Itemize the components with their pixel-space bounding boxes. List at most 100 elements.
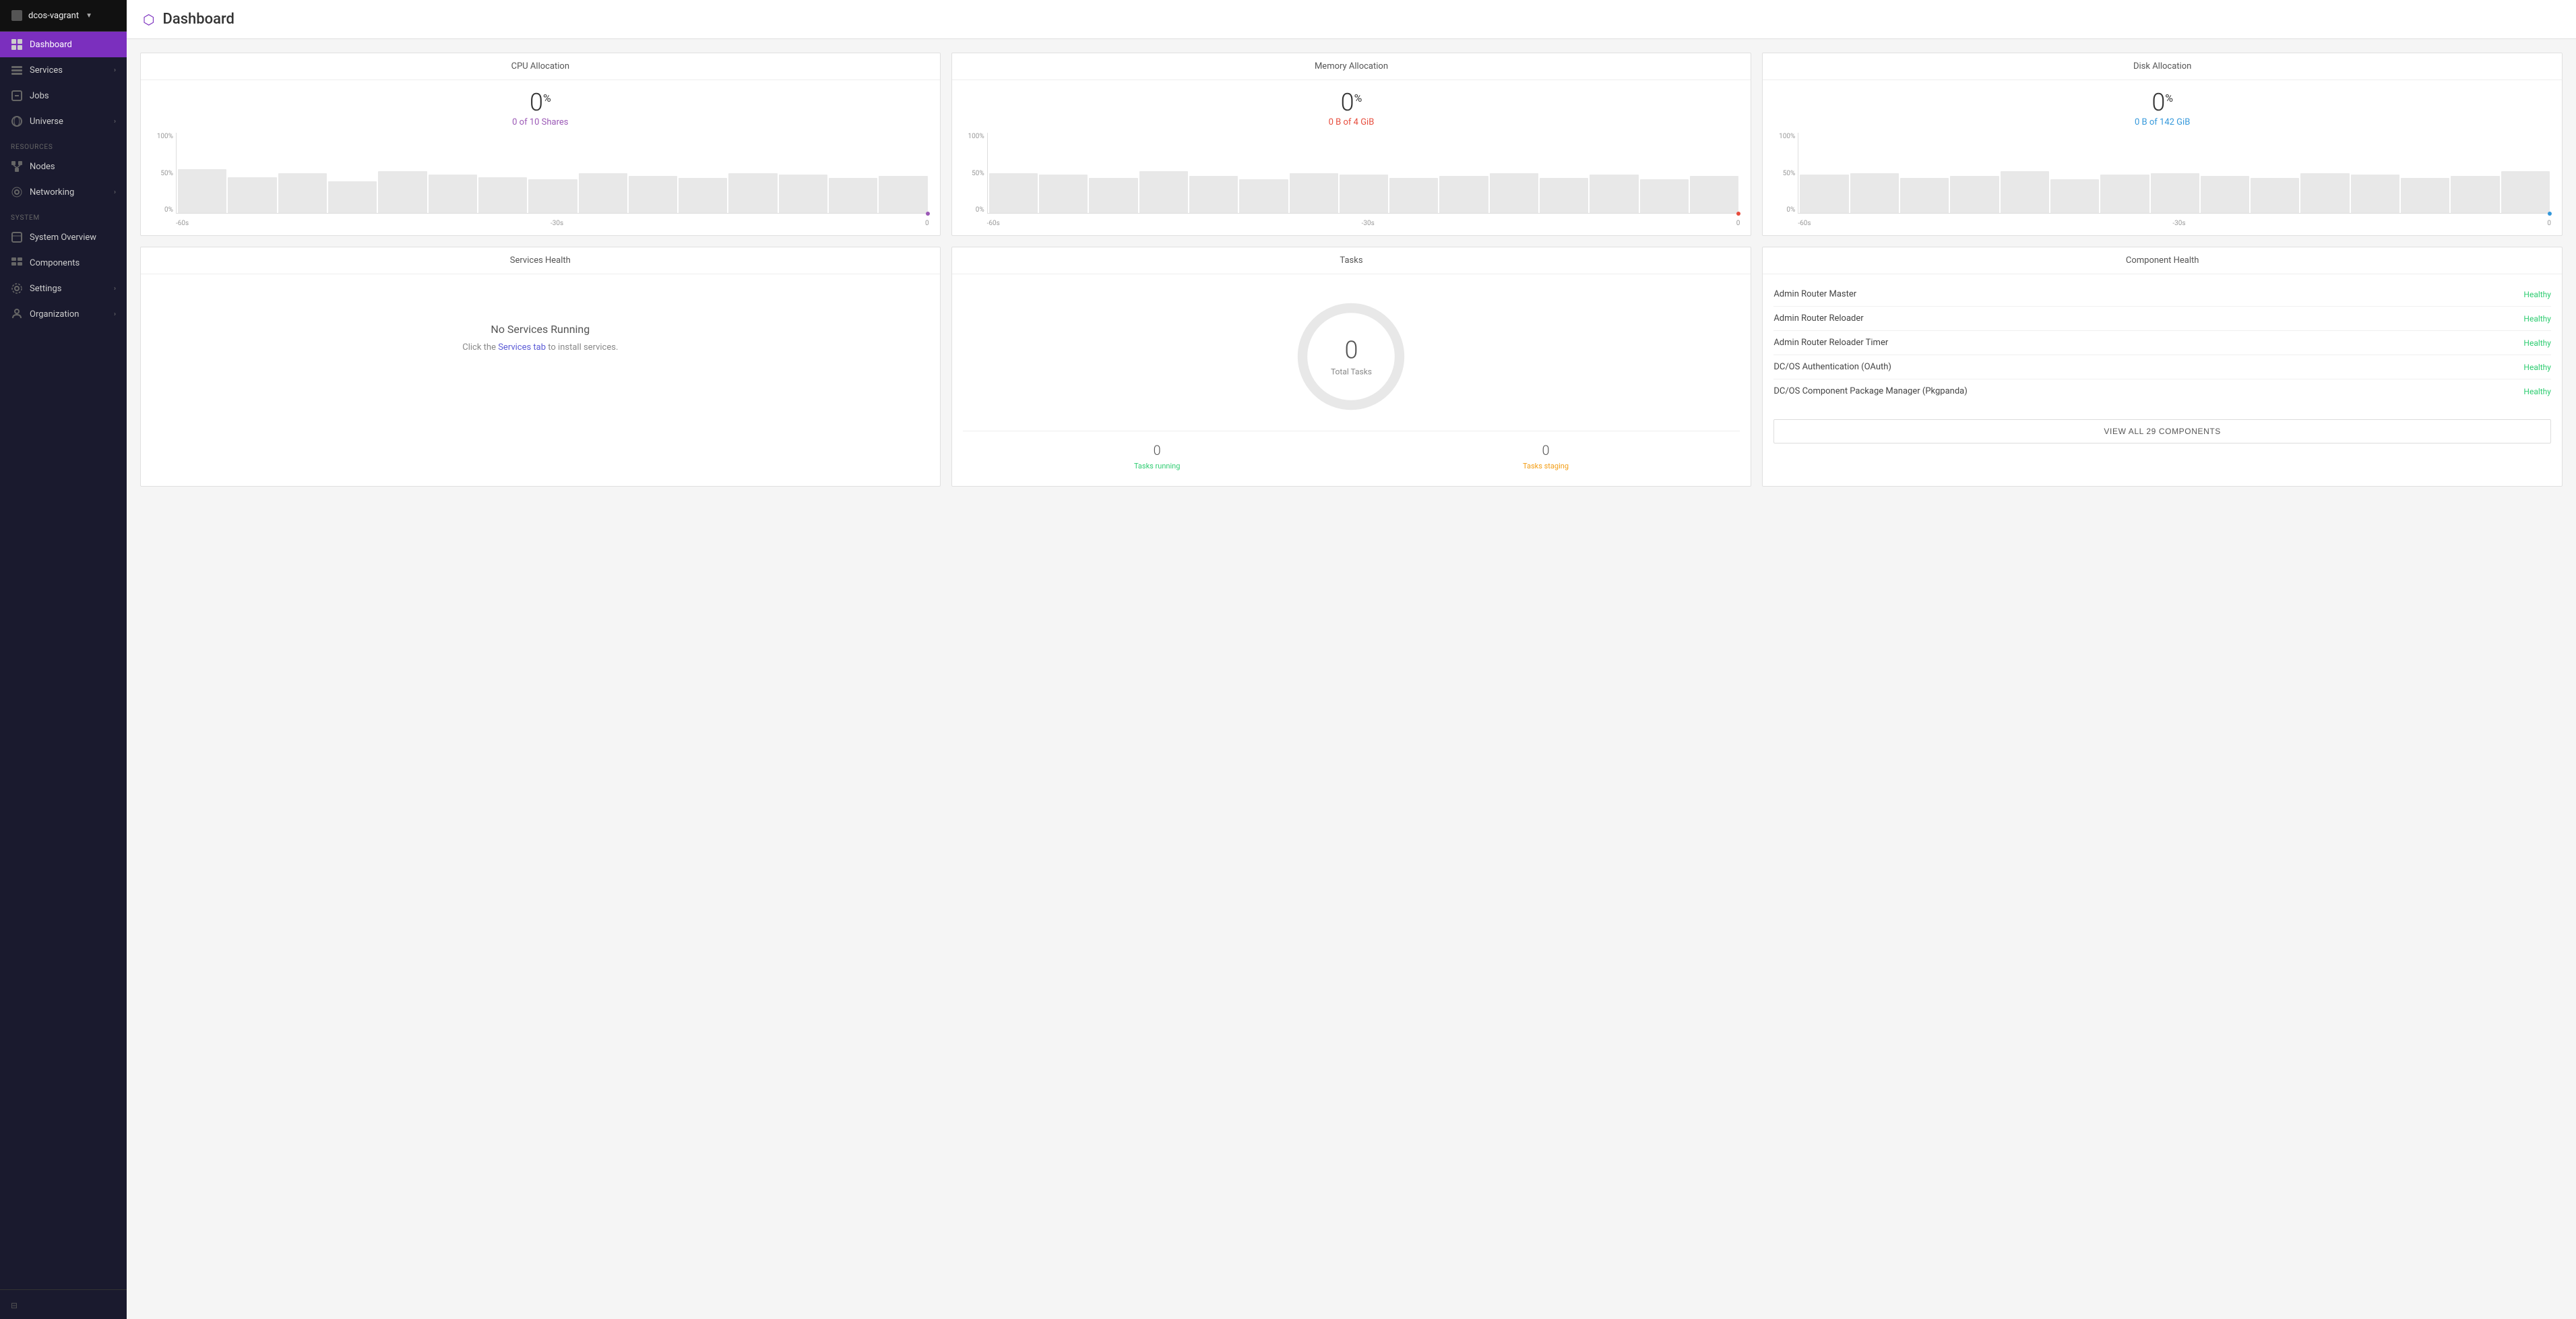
- component-row: Admin Router Reloader Timer Healthy: [1773, 331, 2551, 355]
- nav-system-overview[interactable]: System Overview: [0, 224, 127, 250]
- no-services-after-text: to install services.: [546, 342, 618, 352]
- disk-pct: 0%: [1773, 88, 2551, 117]
- disk-chart-inner: [1798, 133, 2551, 214]
- nav-dashboard[interactable]: Dashboard: [0, 32, 127, 57]
- no-services: No Services Running Click the Services t…: [152, 282, 929, 393]
- no-services-sub: Click the Services tab to install servic…: [462, 342, 618, 352]
- disk-card: Disk Allocation 0% 0 B of 142 GiB 100% 5…: [1762, 53, 2563, 236]
- services-health-header: Services Health: [141, 247, 940, 274]
- nav-universe[interactable]: Universe ›: [0, 109, 127, 134]
- chart-bar: [2100, 175, 2149, 213]
- cpu-card: CPU Allocation 0% 0 of 10 Shares 100% 50…: [140, 53, 941, 236]
- organization-arrow: ›: [114, 311, 116, 318]
- component-row: DC/OS Authentication (OAuth) Healthy: [1773, 355, 2551, 379]
- tasks-running-num: 0: [1134, 442, 1180, 458]
- component-name: Admin Router Reloader Timer: [1773, 338, 1888, 348]
- networking-icon: [11, 186, 23, 198]
- chart-bar: [2351, 175, 2399, 213]
- system-overview-label: System Overview: [30, 233, 96, 243]
- chart-bar: [1850, 173, 1899, 214]
- component-health-header: Component Health: [1763, 247, 2562, 274]
- cpu-chart: 100% 50% 0% -60s -30s 0: [152, 133, 929, 227]
- component-health-body: Admin Router Master Healthy Admin Router…: [1763, 274, 2562, 411]
- chart-bar: [2201, 176, 2249, 213]
- services-tab-link[interactable]: Services tab: [498, 342, 546, 352]
- disk-sub: 0 B of 142 GiB: [1773, 117, 2551, 127]
- nav-organization[interactable]: Organization ›: [0, 301, 127, 327]
- chart-bar: [2451, 176, 2499, 213]
- cpu-dot: [926, 212, 930, 216]
- cpu-xaxis: -60s -30s 0: [176, 220, 929, 227]
- cpu-card-header: CPU Allocation: [141, 53, 940, 80]
- disk-card-header: Disk Allocation: [1763, 53, 2562, 80]
- components-label: Components: [30, 258, 80, 268]
- chart-bar: [679, 178, 727, 213]
- nav-jobs[interactable]: Jobs: [0, 83, 127, 109]
- component-status: Healthy: [2523, 387, 2551, 396]
- memory-chart: 100% 50% 0% -60s -30s 0: [963, 133, 1740, 227]
- chart-bar: [2300, 173, 2349, 214]
- tasks-staging-label: Tasks staging: [1523, 462, 1569, 470]
- cpu-pct: 0%: [152, 88, 929, 117]
- view-all-components-button[interactable]: VIEW ALL 29 COMPONENTS: [1773, 419, 2551, 443]
- sidebar: dcos-vagrant ▼ Dashboard Services › Jobs…: [0, 0, 127, 1319]
- chart-bar: [328, 181, 377, 214]
- nodes-icon: [11, 160, 23, 173]
- tasks-footer: 0 Tasks running 0 Tasks staging: [963, 431, 1740, 478]
- services-arrow: ›: [114, 67, 116, 74]
- networking-label: Networking: [30, 187, 74, 197]
- dashboard-icon: [11, 38, 23, 51]
- cluster-header[interactable]: dcos-vagrant ▼: [0, 0, 127, 32]
- services-health-card: Services Health No Services Running Clic…: [140, 247, 941, 487]
- chart-bar: [1800, 175, 1848, 213]
- chart-bar: [1540, 178, 1588, 213]
- tasks-body: 0 Total Tasks 0 Tasks running 0 Tasks st…: [952, 274, 1751, 486]
- chart-bar: [478, 177, 527, 214]
- component-name: Admin Router Reloader: [1773, 313, 1863, 324]
- chart-bar: [989, 173, 1038, 214]
- chart-bar: [1239, 179, 1288, 213]
- nav-nodes[interactable]: Nodes: [0, 154, 127, 179]
- chart-bar: [2501, 171, 2550, 213]
- nav-settings[interactable]: Settings ›: [0, 276, 127, 301]
- services-icon: [11, 64, 23, 76]
- donut-number: 0: [1331, 336, 1372, 365]
- nav-components[interactable]: Components: [0, 250, 127, 276]
- chart-bar: [779, 175, 827, 213]
- tasks-staging-num: 0: [1523, 442, 1569, 458]
- settings-icon: [11, 282, 23, 295]
- settings-label: Settings: [30, 284, 61, 294]
- donut-container: 0 Total Tasks: [1290, 296, 1412, 417]
- chart-bar: [1690, 176, 1738, 213]
- component-status: Healthy: [2523, 314, 2551, 324]
- memory-card-body: 0% 0 B of 4 GiB 100% 50% 0% -60s -30s 0: [952, 80, 1751, 235]
- memory-xaxis: -60s -30s 0: [987, 220, 1740, 227]
- component-row: Admin Router Master Healthy: [1773, 282, 2551, 307]
- chart-bar: [429, 175, 477, 213]
- component-status: Healthy: [2523, 290, 2551, 299]
- chart-bar: [528, 179, 577, 213]
- nav-networking[interactable]: Networking ›: [0, 179, 127, 205]
- chart-bar: [1089, 178, 1137, 213]
- topbar: ⬡ Dashboard: [127, 0, 2576, 39]
- component-row: DC/OS Component Package Manager (Pkgpand…: [1773, 379, 2551, 403]
- component-name: DC/OS Component Package Manager (Pkgpand…: [1773, 386, 1967, 396]
- memory-dot: [1736, 212, 1740, 216]
- chart-bar: [1640, 179, 1689, 213]
- chart-bar: [2050, 179, 2099, 213]
- cluster-chevron: ▼: [86, 12, 92, 20]
- chart-bar: [1439, 176, 1488, 213]
- services-label: Services: [30, 65, 63, 75]
- organization-icon: [11, 308, 23, 320]
- tasks-donut: 0 Total Tasks: [963, 282, 1740, 431]
- no-services-title: No Services Running: [491, 323, 590, 336]
- chart-bar: [629, 176, 677, 213]
- chart-bar: [829, 178, 877, 213]
- page-title: Dashboard: [162, 11, 234, 28]
- nav-services[interactable]: Services ›: [0, 57, 127, 83]
- disk-chart: 100% 50% 0% -60s -30s 0: [1773, 133, 2551, 227]
- system-section: SYSTEM: [0, 205, 127, 224]
- main-content: ⬡ Dashboard CPU Allocation 0% 0 of 10 Sh…: [127, 0, 2576, 1319]
- sidebar-bottom: ⊟: [0, 1289, 127, 1319]
- universe-icon: [11, 115, 23, 127]
